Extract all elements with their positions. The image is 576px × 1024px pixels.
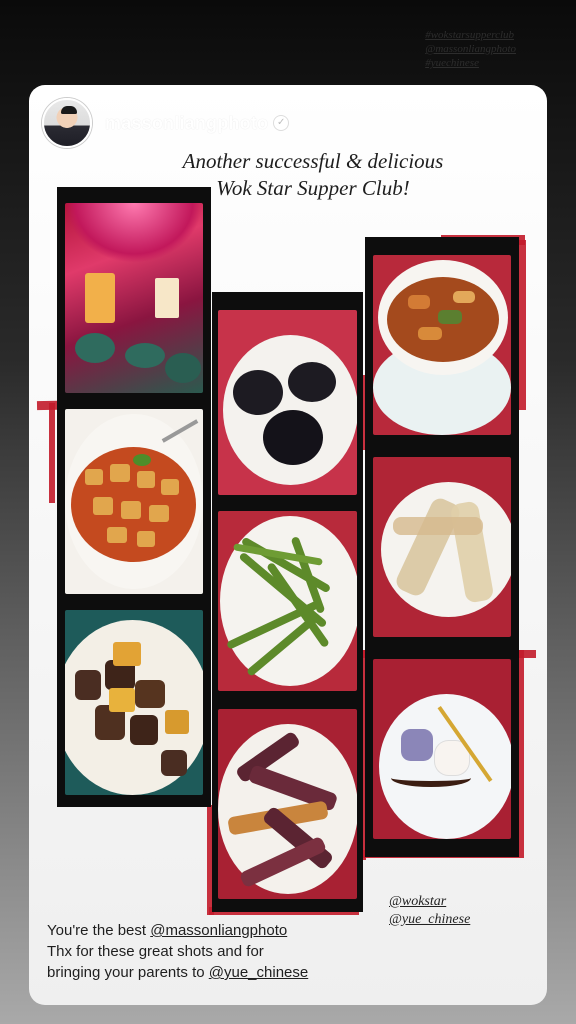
caption-mention-massonliangphoto[interactable]: @massonliangphoto (150, 922, 287, 939)
film-strip-right (365, 237, 519, 857)
reshared-post-card[interactable]: massonliangphoto ✓ Another successful & … (29, 85, 547, 1005)
verified-badge-icon: ✓ (274, 116, 289, 130)
stir-fry-bowl-photo[interactable] (373, 255, 511, 435)
caption-text: bringing your parents to (47, 964, 209, 981)
caption-text: You're the best (47, 922, 151, 939)
mention-tags: @wokstar @yue_chinese (389, 893, 470, 929)
mention-tag-wokstar[interactable]: @wokstar (389, 893, 470, 911)
background-tag[interactable]: @massonliangphoto (425, 42, 516, 56)
headline-line-1: Another successful & delicious (182, 149, 444, 173)
beef-potato-photo[interactable] (65, 610, 203, 795)
background-tag[interactable]: #yuechinese (425, 56, 516, 70)
avatar[interactable] (42, 98, 92, 148)
eggplant-photo[interactable] (218, 709, 357, 899)
spring-rolls-photo[interactable] (373, 457, 511, 637)
caption-line-2: Thx for these great shots and for (47, 943, 264, 960)
mention-tag-yue-chinese[interactable]: @yue_chinese (389, 911, 470, 929)
caption-mention-yue-chinese[interactable]: @yue_chinese (209, 964, 308, 981)
film-strip-middle (212, 292, 363, 912)
green-beans-photo[interactable] (218, 511, 357, 691)
background-hashtags: #wokstarsupperclub @massonliangphoto #yu… (425, 28, 516, 70)
red-brush-stroke (49, 403, 55, 503)
background-tag[interactable]: #wokstarsupperclub (425, 28, 516, 42)
caption-line-1: You're the best @massonliangphoto (47, 920, 377, 941)
black-dumplings-photo[interactable] (218, 310, 357, 495)
caption-line-3: bringing your parents to @yue_chinese (47, 962, 377, 983)
mapo-tofu-photo[interactable] (65, 409, 203, 594)
post-caption: You're the best @massonliangphoto Thx fo… (47, 920, 377, 983)
username[interactable]: massonliangphoto (105, 113, 268, 134)
restaurant-interior-photo[interactable] (65, 203, 203, 393)
dessert-photo[interactable] (373, 659, 511, 839)
red-brush-stroke (519, 240, 526, 410)
post-header: massonliangphoto ✓ (42, 98, 289, 148)
film-strip-left (57, 187, 211, 807)
